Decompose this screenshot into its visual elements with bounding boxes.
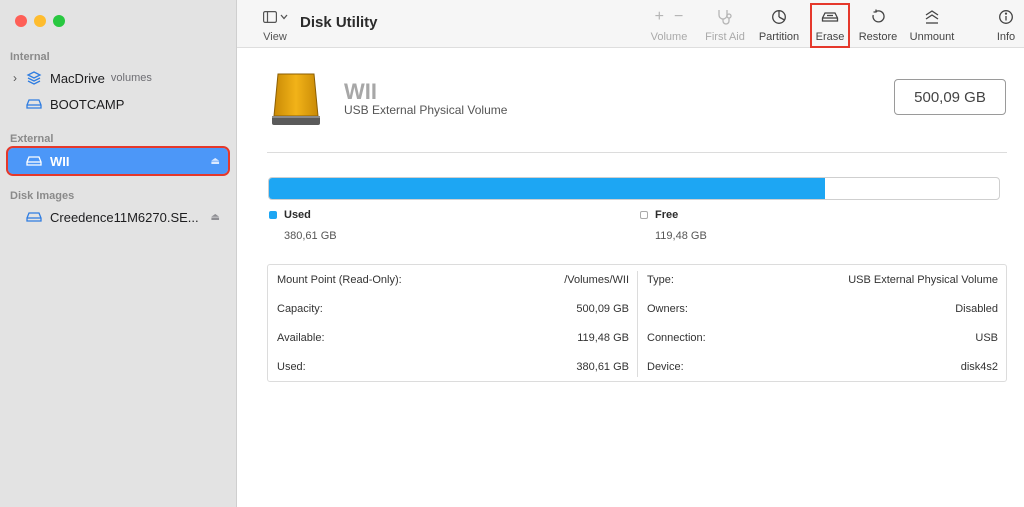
- volume-label: Volume: [650, 31, 688, 43]
- info-key: Owners:: [647, 303, 688, 315]
- info-icon: [999, 10, 1013, 24]
- disk-icon: [24, 155, 44, 167]
- volume-description: USB External Physical Volume: [344, 103, 508, 117]
- info-key: Available:: [277, 332, 325, 344]
- used-swatch: [269, 211, 277, 219]
- info-key: Used:: [277, 361, 306, 373]
- window-title: Disk Utility: [300, 14, 378, 31]
- section-header-internal: Internal: [10, 51, 50, 63]
- volume-button[interactable]: + − Volume: [647, 8, 691, 48]
- zoom-window-button[interactable]: [53, 15, 65, 27]
- sidebar-item-creedence[interactable]: Creedence11M6270.SE... ⏏: [8, 204, 228, 230]
- chevron-right-icon[interactable]: ›: [8, 71, 22, 85]
- section-header-external: External: [10, 133, 54, 145]
- info-row: Used: 380,61 GB: [277, 361, 629, 377]
- usage-bar: [268, 177, 1000, 200]
- divider: [267, 152, 1007, 153]
- volume-detail-pane: WII USB External Physical Volume 500,09 …: [238, 49, 1024, 507]
- info-value: /Volumes/WII: [564, 274, 629, 286]
- disk-icon: [24, 98, 44, 110]
- sidebar-item-macdrive[interactable]: › MacDrive volumes: [8, 65, 228, 91]
- sidebar-toggle-icon: [262, 11, 277, 23]
- info-column-right: Type: USB External Physical Volume Owner…: [637, 271, 1007, 377]
- unmount-button[interactable]: Unmount: [908, 8, 956, 48]
- external-drive-icon: [270, 72, 322, 128]
- sidebar-item-label: WII: [50, 153, 70, 169]
- info-value: Disabled: [955, 303, 998, 315]
- erase-button[interactable]: Erase: [812, 8, 848, 48]
- partition-label: Partition: [758, 31, 800, 43]
- info-value: disk4s2: [960, 361, 998, 373]
- view-button[interactable]: View: [255, 9, 295, 43]
- info-row: Device: disk4s2: [647, 361, 998, 377]
- sidebar: Internal › MacDrive volumes BOOTCAMP Ext…: [0, 0, 237, 507]
- info-row: Connection: USB: [647, 332, 998, 348]
- eject-icon[interactable]: ⏏: [211, 212, 220, 223]
- usage-bar-used-fill: [269, 178, 825, 199]
- used-label: Used: [284, 209, 311, 221]
- volume-info-table: Mount Point (Read-Only): /Volumes/WII Ca…: [267, 264, 1007, 382]
- restore-label: Restore: [858, 31, 898, 43]
- section-header-disk-images: Disk Images: [10, 190, 75, 202]
- sidebar-item-label: Creedence11M6270.SE...: [50, 209, 199, 225]
- disk-icon: [24, 211, 44, 223]
- info-value: USB: [975, 332, 998, 344]
- restore-button[interactable]: Restore: [856, 8, 900, 48]
- restore-arrow-icon: [872, 9, 885, 23]
- info-value: 500,09 GB: [576, 303, 629, 315]
- info-row: Owners: Disabled: [647, 303, 998, 319]
- info-row: Available: 119,48 GB: [277, 332, 629, 348]
- capacity-badge: 500,09 GB: [894, 79, 1006, 115]
- erase-label: Erase: [815, 31, 845, 43]
- unmount-label: Unmount: [909, 31, 955, 43]
- first-aid-label: First Aid: [705, 31, 745, 43]
- sidebar-item-label: MacDrive: [50, 70, 105, 86]
- pie-partition-icon: [772, 10, 786, 24]
- info-row: Mount Point (Read-Only): /Volumes/WII: [277, 274, 629, 290]
- stethoscope-icon: [718, 10, 732, 25]
- close-window-button[interactable]: [15, 15, 27, 27]
- sidebar-item-bootcamp[interactable]: BOOTCAMP: [8, 91, 228, 117]
- info-row: Type: USB External Physical Volume: [647, 274, 998, 290]
- eject-icon[interactable]: ⏏: [211, 156, 220, 167]
- minus-icon: −: [674, 8, 684, 25]
- legend-free: Free 119,48 GB: [640, 209, 707, 242]
- layers-icon: [24, 70, 44, 86]
- info-value: 119,48 GB: [577, 332, 629, 344]
- partition-button[interactable]: Partition: [756, 8, 802, 48]
- info-value: 380,61 GB: [576, 361, 629, 373]
- info-label: Info: [996, 31, 1016, 43]
- info-key: Mount Point (Read-Only):: [277, 274, 402, 286]
- free-swatch: [640, 211, 648, 219]
- free-label: Free: [655, 209, 679, 221]
- legend-used: Used 380,61 GB: [269, 209, 337, 242]
- sidebar-item-wii[interactable]: WII ⏏: [6, 146, 230, 176]
- window-controls: [15, 15, 65, 27]
- used-value: 380,61 GB: [284, 230, 337, 242]
- plus-icon: +: [654, 8, 664, 25]
- unmount-icon: [925, 10, 939, 24]
- info-key: Connection:: [647, 332, 706, 344]
- info-button[interactable]: Info: [993, 8, 1019, 48]
- first-aid-button[interactable]: First Aid: [702, 8, 748, 48]
- view-label: View: [263, 31, 287, 43]
- volume-name: WII: [344, 79, 377, 104]
- chevron-down-icon: [280, 14, 287, 20]
- info-key: Type:: [647, 274, 674, 286]
- info-key: Capacity:: [277, 303, 323, 315]
- sidebar-item-sublabel: volumes: [110, 72, 152, 84]
- free-value: 119,48 GB: [655, 230, 707, 242]
- erase-disk-icon: [821, 12, 839, 22]
- info-value: USB External Physical Volume: [848, 274, 998, 286]
- sidebar-item-label: BOOTCAMP: [50, 96, 125, 112]
- minimize-window-button[interactable]: [34, 15, 46, 27]
- toolbar: View Disk Utility + − Volume First Aid P…: [237, 0, 1024, 48]
- info-row: Capacity: 500,09 GB: [277, 303, 629, 319]
- info-key: Device:: [647, 361, 684, 373]
